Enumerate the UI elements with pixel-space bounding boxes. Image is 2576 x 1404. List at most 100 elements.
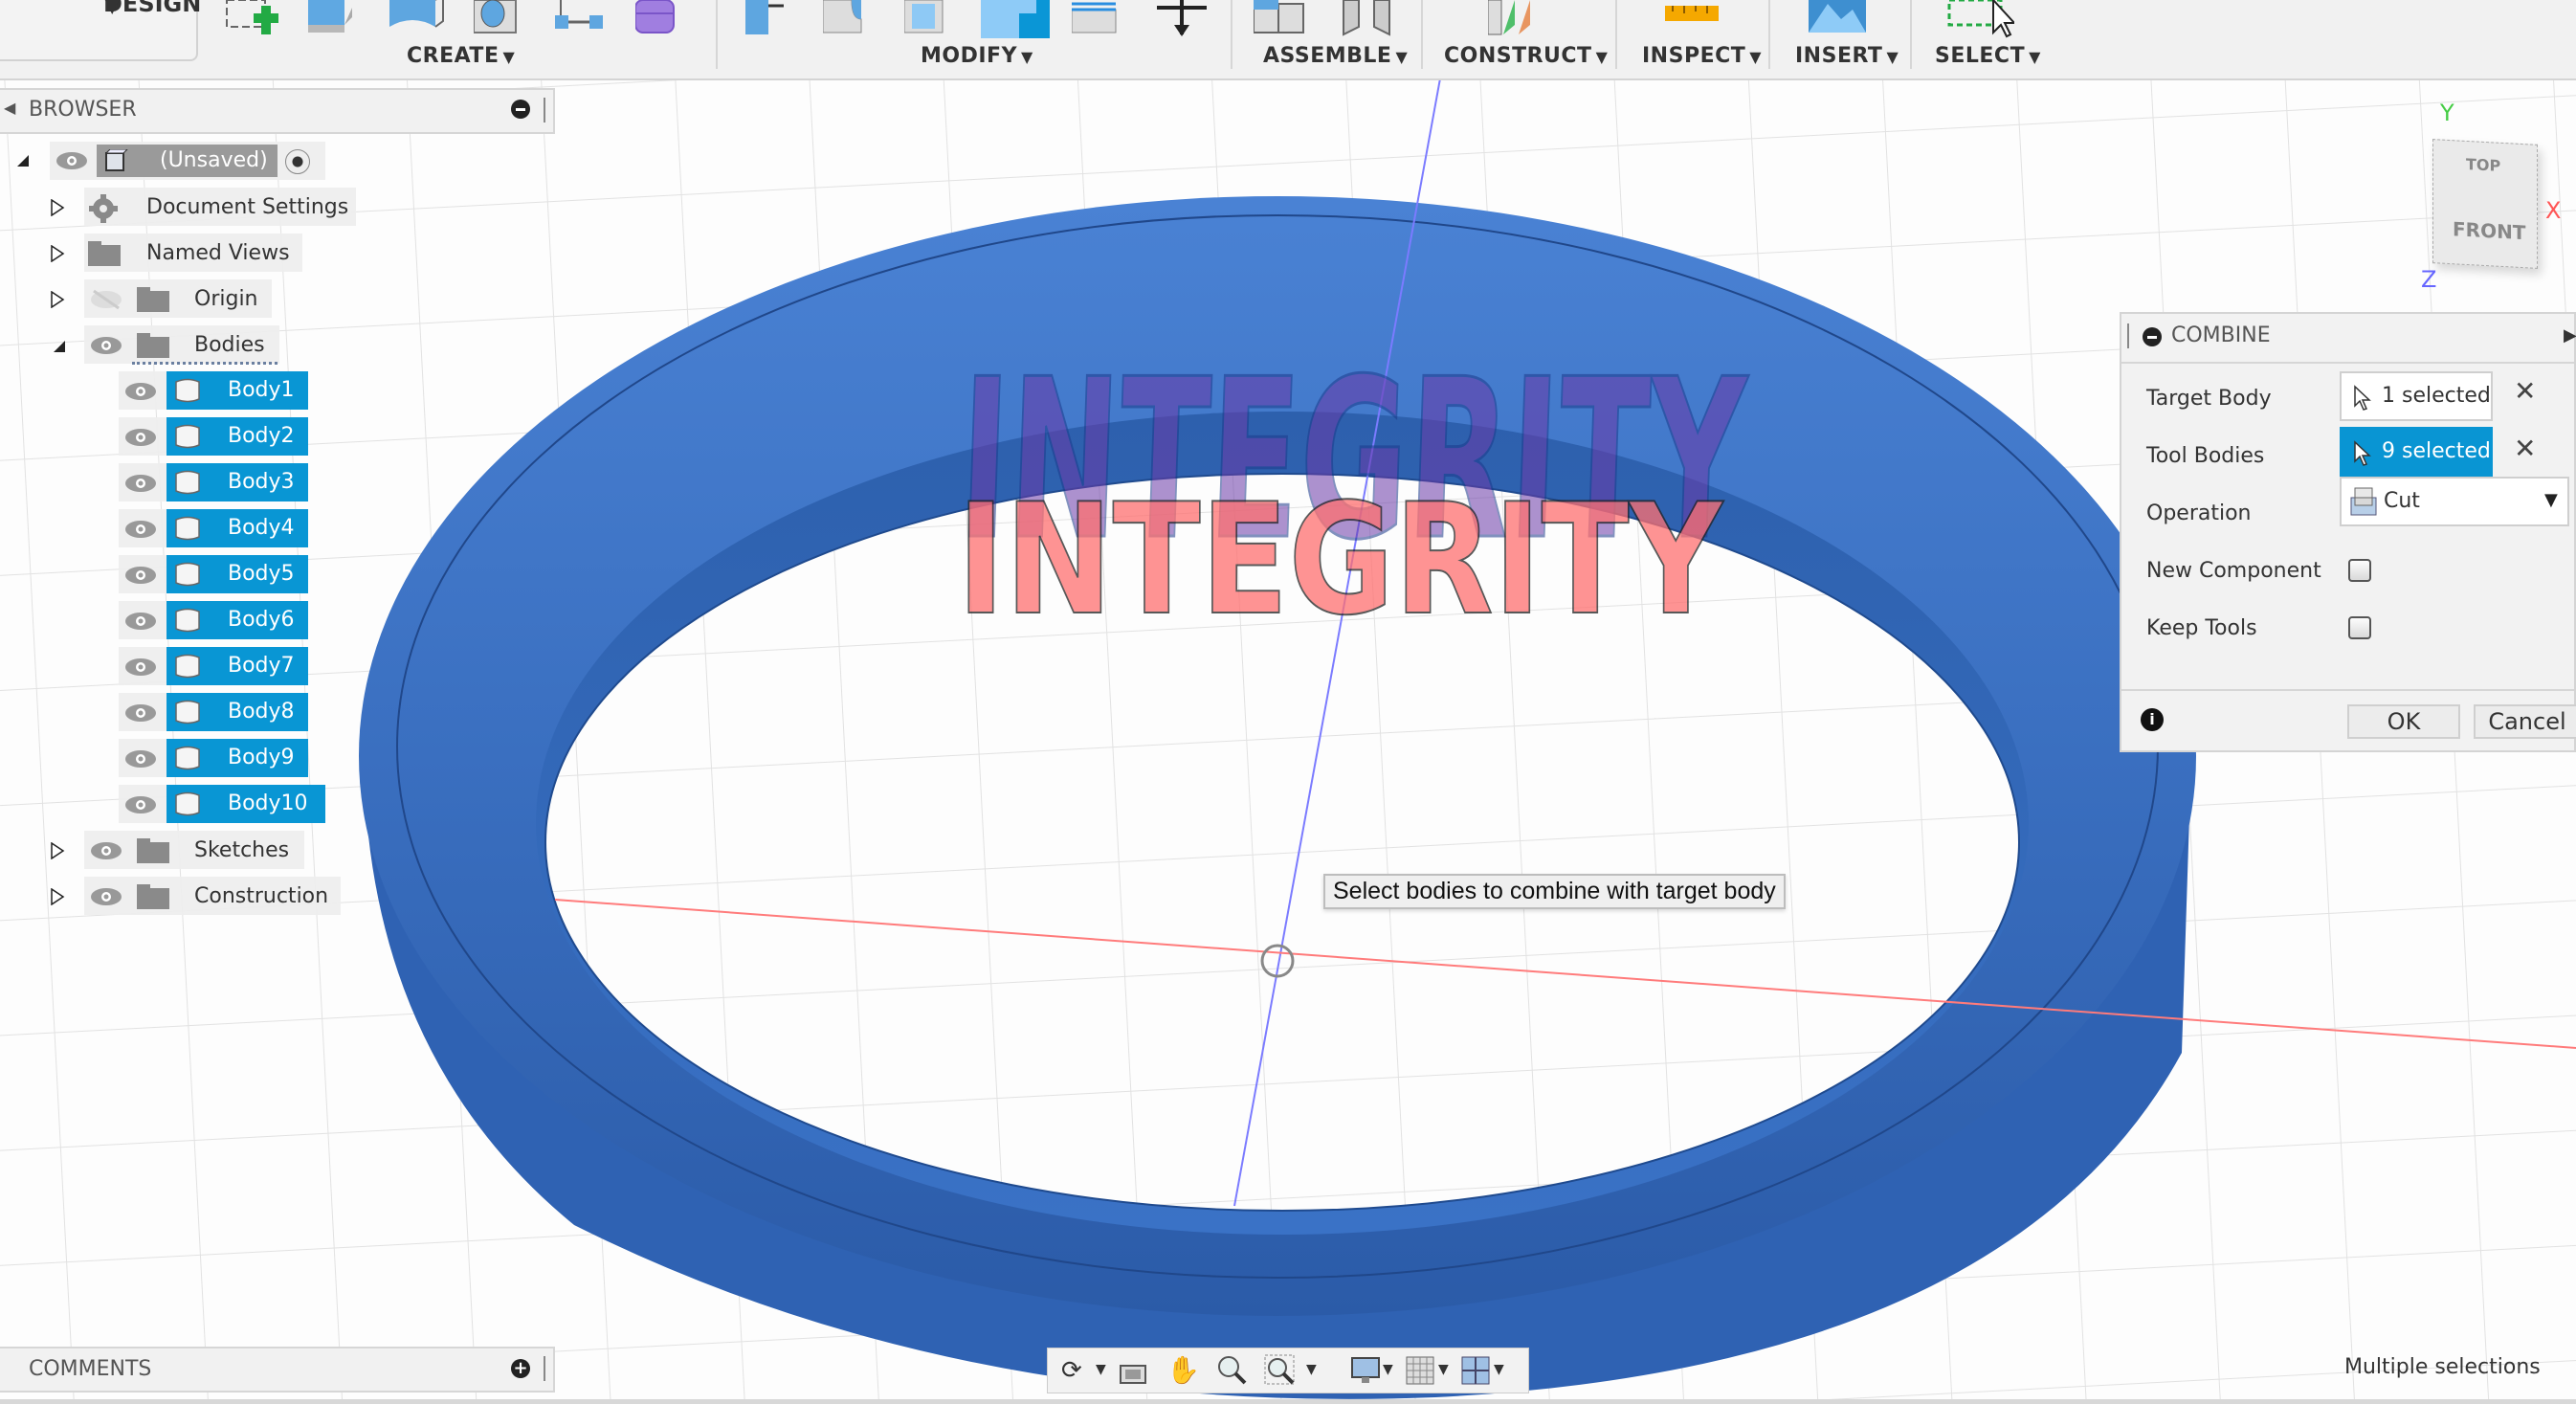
new-component-icon[interactable] [1253, 0, 1311, 42]
insert-menu[interactable]: INSERT ▼ [1795, 44, 1899, 68]
create-menu[interactable]: CREATE ▼ [407, 44, 515, 68]
offset-plane-icon[interactable] [1487, 0, 1545, 42]
comments-panel-header[interactable]: COMMENTS + [0, 1347, 555, 1393]
panel-resize-handle[interactable] [544, 1356, 545, 1381]
rib-icon[interactable] [555, 0, 603, 42]
press-pull-icon[interactable] [742, 0, 789, 42]
modify-menu[interactable]: MODIFY ▼ [921, 44, 1033, 68]
view-cube-front-face[interactable]: FRONT [2453, 217, 2525, 244]
tree-item-body[interactable]: Body9 [167, 739, 308, 777]
ok-button[interactable]: OK [2347, 704, 2460, 739]
tree-item-origin[interactable]: Origin [194, 279, 258, 318]
root-component[interactable]: (Unsaved) [97, 145, 278, 177]
add-comment-icon[interactable]: + [511, 1359, 530, 1378]
combine-dialog-header[interactable]: COMBINE ▶ [2121, 314, 2576, 364]
tool-bodies-selector[interactable]: 9 selected [2340, 427, 2493, 477]
form-icon[interactable] [634, 0, 683, 42]
measure-icon[interactable] [1665, 0, 1722, 42]
view-cube-box[interactable]: TOP FRONT [2432, 139, 2538, 269]
fit-zoom-icon[interactable] [1264, 1354, 1297, 1387]
visibility-eye-icon[interactable] [124, 795, 157, 818]
cancel-button[interactable]: Cancel [2474, 704, 2576, 739]
visibility-eye-icon[interactable] [124, 657, 157, 680]
tree-item-body[interactable]: Body3 [167, 463, 308, 501]
select-icon[interactable] [1947, 0, 2017, 42]
collapse-bodies-icon[interactable] [52, 339, 67, 358]
tree-item-body[interactable]: Body5 [167, 555, 308, 593]
expand-named-views-icon[interactable] [50, 244, 65, 266]
grid-settings-icon[interactable] [1406, 1356, 1434, 1385]
visibility-hidden-icon[interactable] [90, 289, 122, 314]
create-sketch-icon[interactable] [225, 0, 282, 42]
tree-item-construction[interactable]: Construction [194, 877, 328, 915]
visibility-eye-icon[interactable] [90, 336, 122, 359]
expand-construction-icon[interactable] [50, 887, 65, 909]
pan-hand-icon[interactable]: ✋ [1166, 1354, 1200, 1386]
visibility-eye-icon[interactable] [124, 520, 157, 543]
combine-icon[interactable] [981, 0, 1050, 38]
revolve-icon[interactable] [388, 0, 445, 42]
tree-item-document-settings[interactable]: Document Settings [146, 188, 348, 226]
collapse-dialog-icon[interactable] [2143, 327, 2162, 346]
visibility-eye-icon[interactable] [124, 474, 157, 497]
new-component-checkbox[interactable] [2348, 559, 2371, 582]
tree-item-body[interactable]: Body10 [167, 785, 325, 823]
view-cube-top-face[interactable]: TOP [2466, 155, 2500, 175]
select-menu[interactable]: SELECT ▼ [1935, 44, 2041, 68]
grid-dropdown-icon[interactable]: ▼ [1438, 1362, 1449, 1377]
visibility-eye-icon[interactable] [124, 749, 157, 772]
visibility-eye-icon[interactable] [90, 841, 122, 864]
collapse-browser-icon[interactable]: ◀ [4, 99, 15, 117]
assemble-menu[interactable]: ASSEMBLE ▼ [1263, 44, 1408, 68]
keep-tools-checkbox[interactable] [2348, 616, 2371, 639]
tree-item-body[interactable]: Body2 [167, 417, 308, 456]
activate-radio-icon[interactable] [285, 149, 310, 174]
clear-tool-bodies-button[interactable]: ✕ [2514, 433, 2536, 464]
inspect-menu[interactable]: INSPECT ▼ [1642, 44, 1762, 68]
viewports-dropdown-icon[interactable]: ▼ [1494, 1362, 1504, 1377]
visibility-eye-icon[interactable] [124, 703, 157, 726]
orbit-dropdown-icon[interactable]: ▼ [1096, 1362, 1106, 1377]
operation-dropdown[interactable]: Cut ▼ [2340, 477, 2569, 526]
panel-resize-handle[interactable] [544, 98, 545, 123]
tree-item-body[interactable]: Body8 [167, 693, 308, 731]
browser-panel-header[interactable]: ◀ BROWSER [0, 88, 555, 134]
visibility-eye-icon[interactable] [90, 887, 122, 910]
minimize-browser-icon[interactable] [511, 100, 530, 119]
clear-target-body-button[interactable]: ✕ [2514, 375, 2536, 407]
shell-icon[interactable] [903, 0, 952, 42]
visibility-eye-icon[interactable] [124, 382, 157, 405]
view-cube[interactable]: Y TOP FRONT X Z [2421, 96, 2574, 297]
look-at-icon[interactable] [1119, 1358, 1147, 1385]
offset-face-icon[interactable] [1071, 0, 1120, 42]
extrude-icon[interactable] [308, 0, 356, 42]
info-icon[interactable]: i [2141, 708, 2164, 731]
hole-icon[interactable] [473, 0, 522, 42]
expand-dialog-icon[interactable]: ▶ [2564, 325, 2576, 345]
tree-item-body[interactable]: Body7 [167, 647, 308, 685]
visibility-eye-icon[interactable] [124, 612, 157, 635]
joint-icon[interactable] [1340, 0, 1397, 42]
tree-item-body[interactable]: Body6 [167, 601, 308, 639]
tree-item-body[interactable]: Body1 [167, 371, 308, 410]
viewports-icon[interactable] [1461, 1356, 1490, 1385]
tree-item-named-views[interactable]: Named Views [146, 234, 290, 272]
expand-document-settings-icon[interactable] [50, 198, 65, 220]
visibility-eye-icon[interactable] [56, 151, 88, 174]
construct-menu[interactable]: CONSTRUCT ▼ [1444, 44, 1608, 68]
visibility-eye-icon[interactable] [124, 566, 157, 589]
expand-origin-icon[interactable] [50, 290, 65, 312]
workspace-switcher[interactable]: DESIGN ▼ [0, 0, 201, 61]
display-settings-icon[interactable] [1350, 1356, 1381, 1387]
tree-item-sketches[interactable]: Sketches [194, 831, 289, 869]
display-dropdown-icon[interactable]: ▼ [1383, 1362, 1393, 1377]
drag-handle[interactable] [2127, 323, 2129, 348]
move-copy-icon[interactable] [1153, 0, 1210, 42]
fillet-icon[interactable] [822, 0, 871, 42]
expand-sketches-icon[interactable] [50, 841, 65, 863]
zoom-dropdown-icon[interactable]: ▼ [1306, 1362, 1317, 1377]
zoom-icon[interactable] [1216, 1354, 1249, 1387]
visibility-eye-icon[interactable] [124, 428, 157, 451]
orbit-icon[interactable]: ⟳ [1061, 1356, 1082, 1385]
expand-root-icon[interactable] [15, 153, 31, 172]
